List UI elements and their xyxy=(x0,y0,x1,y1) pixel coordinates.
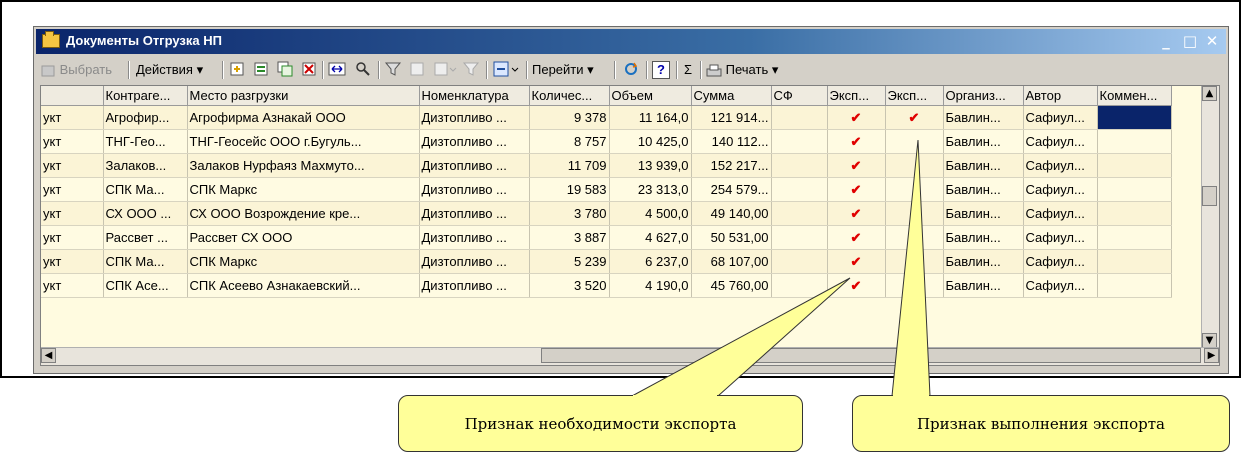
callout-done-export-text: Признак выполнения экспорта xyxy=(916,414,1166,433)
callout-need-export-text: Признак необходимости экспорта xyxy=(464,414,737,433)
callout-need-export: Признак необходимости экспорта xyxy=(398,395,803,452)
callout-pointers xyxy=(631,139,931,397)
callout-done-export: Признак выполнения экспорта xyxy=(852,395,1230,452)
